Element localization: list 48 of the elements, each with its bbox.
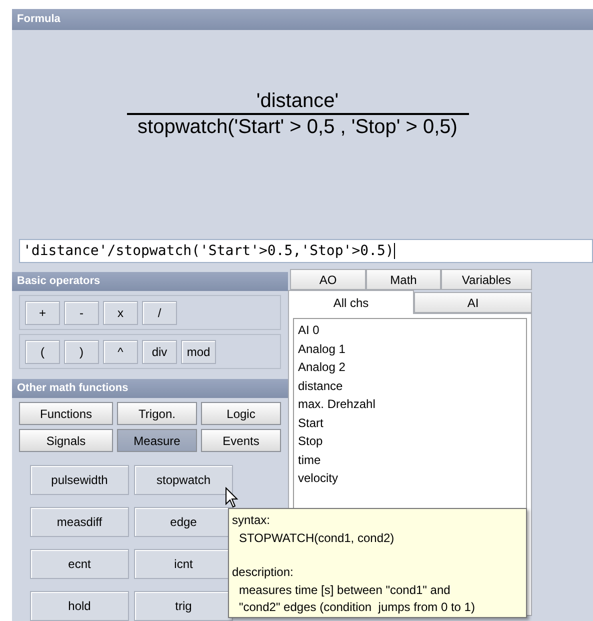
tab[interactable]: AO bbox=[290, 269, 366, 290]
formula-numerator: 'distance' bbox=[256, 89, 339, 113]
channel-item[interactable]: AI 0 bbox=[298, 321, 320, 340]
category-button[interactable]: Measure bbox=[117, 429, 197, 452]
tooltip-syntax: STOPWATCH(cond1, cond2) bbox=[239, 530, 394, 546]
channel-item[interactable]: distance bbox=[298, 376, 343, 395]
operator-button[interactable]: div bbox=[142, 340, 177, 364]
section-header: Basic operators bbox=[12, 272, 288, 291]
function-button[interactable]: hold bbox=[30, 591, 129, 621]
function-button[interactable]: trig bbox=[134, 591, 233, 621]
tab[interactable]: Math bbox=[366, 269, 441, 290]
channel-item[interactable]: Analog 1 bbox=[298, 340, 346, 358]
channel-item[interactable]: velocity bbox=[298, 469, 338, 488]
tooltip-label: syntax: bbox=[232, 512, 270, 529]
channel-item[interactable]: Start bbox=[298, 414, 324, 432]
tab[interactable]: All chs bbox=[288, 290, 414, 314]
channel-item[interactable]: Stop bbox=[298, 432, 323, 450]
cursor-icon bbox=[225, 487, 239, 509]
category-button[interactable]: Signals bbox=[19, 429, 113, 452]
function-button[interactable]: stopwatch bbox=[134, 465, 233, 495]
operator-button[interactable]: ) bbox=[64, 340, 99, 364]
formula-input[interactable]: 'distance'/stopwatch('Start'>0.5,'Stop'>0.5) bbox=[19, 239, 593, 263]
category-button[interactable]: Events bbox=[201, 429, 281, 452]
category-button[interactable]: Logic bbox=[201, 402, 281, 425]
operator-button[interactable]: - bbox=[64, 300, 99, 324]
channel-item[interactable]: Analog 2 bbox=[298, 358, 346, 376]
function-button[interactable]: ecnt bbox=[30, 549, 129, 579]
operator-button[interactable]: + bbox=[25, 300, 60, 324]
operator-button[interactable]: x bbox=[103, 300, 138, 324]
operator-button[interactable]: ^ bbox=[103, 340, 138, 364]
category-button[interactable]: Functions bbox=[19, 402, 113, 425]
channel-item[interactable]: time bbox=[298, 450, 321, 469]
function-button[interactable]: pulsewidth bbox=[30, 465, 129, 495]
function-button[interactable]: edge bbox=[134, 507, 233, 537]
function-button[interactable]: measdiff bbox=[30, 507, 129, 537]
formula-denominator: stopwatch('Start' > 0,5 , 'Stop' > 0,5) bbox=[138, 115, 458, 139]
section-header: Other math functions bbox=[12, 379, 288, 398]
tooltip-description: "cond2" edges (condition jumps from 0 to 1) bbox=[239, 599, 475, 616]
tooltip-description: measures time [s] between "cond1" and bbox=[239, 582, 450, 598]
category-button[interactable]: Trigon. bbox=[117, 402, 197, 425]
operator-button[interactable]: ( bbox=[25, 340, 60, 364]
channel-item[interactable]: max. Drehzahl bbox=[298, 395, 376, 414]
operator-button[interactable]: / bbox=[142, 300, 177, 324]
tab[interactable]: Variables bbox=[441, 269, 532, 290]
section-header: Formula bbox=[12, 9, 593, 30]
tooltip-label: description: bbox=[232, 564, 294, 581]
tab[interactable]: AI bbox=[414, 292, 532, 313]
operator-button[interactable]: mod bbox=[181, 340, 216, 364]
